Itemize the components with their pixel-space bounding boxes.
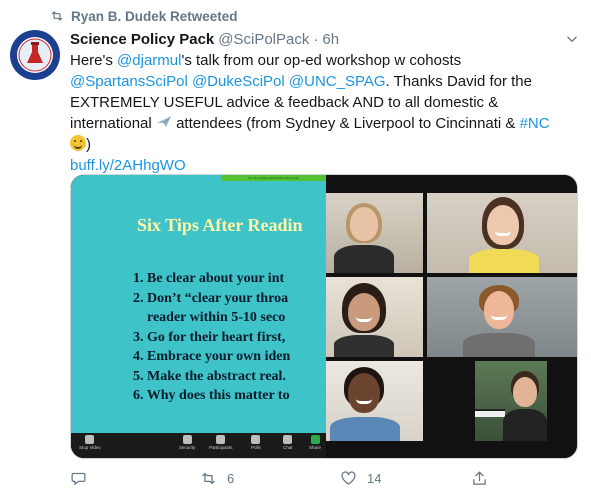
slide-tips-list: 1. Be clear about your int 2. Don’t “cle… bbox=[133, 269, 290, 406]
tweet-link[interactable]: buff.ly/2AHhgWO bbox=[70, 157, 186, 174]
retweet-button[interactable]: 6 bbox=[200, 470, 234, 487]
retweet-icon bbox=[51, 11, 63, 21]
security-label: Security bbox=[179, 445, 196, 450]
mention-unc-spag[interactable]: @UNC_SPAG bbox=[289, 73, 386, 90]
chat-icon bbox=[283, 435, 293, 444]
zoom-toolbar: Stop Video Security Participants Polls C… bbox=[71, 433, 326, 458]
participant-video bbox=[326, 277, 423, 357]
participant-video bbox=[326, 361, 423, 441]
avatar[interactable] bbox=[10, 30, 60, 80]
tweet-timestamp[interactable]: 6h bbox=[322, 31, 339, 48]
display-name[interactable]: Science Policy Pack bbox=[70, 31, 214, 48]
retweet-context[interactable]: Ryan B. Dudek Retweeted bbox=[50, 7, 238, 25]
like-button[interactable]: 14 bbox=[340, 470, 381, 487]
hashtag-nc[interactable]: #NC bbox=[520, 115, 550, 132]
separator-dot: · bbox=[313, 30, 319, 48]
tweet-media-image[interactable]: You are viewing David Jarmul's screen Si… bbox=[70, 174, 578, 459]
participants-label: Participants bbox=[209, 445, 233, 450]
retweet-icon bbox=[202, 472, 215, 485]
chat-control: Chat bbox=[283, 435, 293, 450]
reply-button[interactable] bbox=[70, 470, 97, 487]
participant-video bbox=[427, 277, 577, 357]
tweet-header: Science Policy Pack @SciPolPack · 6h bbox=[70, 29, 339, 49]
participant-video bbox=[326, 193, 423, 273]
slide-tip-item: 2. Don’t “clear your throa bbox=[133, 290, 289, 306]
chevron-down-icon[interactable] bbox=[565, 32, 579, 46]
shield-icon bbox=[182, 435, 192, 444]
slide-tip-item: 4. Embrace your own iden bbox=[133, 349, 291, 364]
chat-label: Chat bbox=[283, 445, 293, 450]
slide-tip-item: reader within 5-10 seco bbox=[133, 310, 286, 325]
polls-control: Polls bbox=[251, 435, 261, 450]
tweet-text-segment: ) bbox=[86, 136, 91, 153]
polls-icon bbox=[251, 435, 261, 444]
mention-djarmul[interactable]: @djarmul bbox=[117, 52, 181, 69]
tweet-text-segment: attendees (from Sydney & Liverpool to Ci… bbox=[171, 115, 520, 132]
reply-icon bbox=[71, 472, 86, 485]
share-label: Share bbox=[309, 445, 322, 450]
tweet-text-segment: 's talk from our op-ed workshop w cohost… bbox=[181, 52, 462, 69]
share-screen-icon bbox=[310, 435, 320, 444]
zoom-shared-screen: You are viewing David Jarmul's screen Si… bbox=[71, 175, 326, 458]
participants-icon bbox=[216, 435, 226, 444]
participants-control: Participants bbox=[209, 435, 233, 450]
slide-tip-item: 5. Make the abstract real. bbox=[133, 368, 286, 384]
video-camera-icon bbox=[85, 435, 95, 444]
science-policy-pack-logo bbox=[11, 31, 59, 79]
user-handle[interactable]: @SciPolPack bbox=[218, 31, 309, 48]
like-count: 14 bbox=[367, 471, 382, 486]
heart-icon bbox=[341, 471, 356, 485]
airplane-emoji bbox=[157, 116, 171, 128]
share-button[interactable] bbox=[471, 470, 498, 487]
share-icon bbox=[473, 471, 486, 485]
participant-video bbox=[427, 193, 577, 273]
mention-dukescipol[interactable]: @DukeSciPol bbox=[192, 73, 285, 90]
stop-video-label: Stop Video bbox=[79, 445, 101, 450]
stop-video-control: Stop Video bbox=[79, 435, 101, 450]
participant-video bbox=[475, 361, 547, 441]
polls-label: Polls bbox=[251, 445, 261, 450]
screen-share-banner: You are viewing David Jarmul's screen bbox=[221, 175, 326, 181]
retweet-context-text: Ryan B. Dudek Retweeted bbox=[71, 8, 238, 24]
mention-spartansscipol[interactable]: @SpartansSciPol bbox=[70, 73, 188, 90]
tweet-action-bar: 6 14 bbox=[70, 470, 582, 490]
zoom-video-grid bbox=[326, 175, 577, 458]
share-control: Share bbox=[309, 435, 321, 450]
slide-tip-item: 3. Go for their heart first, bbox=[133, 329, 286, 345]
retweet-count: 6 bbox=[227, 471, 235, 486]
grinning-face-emoji bbox=[70, 135, 86, 151]
screen-share-banner-text: You are viewing David Jarmul's screen bbox=[247, 176, 300, 180]
tweet-text: Here's @djarmul's talk from our op-ed wo… bbox=[70, 50, 582, 176]
slide-tip-item: 6. Why does this matter to bbox=[133, 388, 290, 403]
security-control: Security bbox=[179, 435, 195, 450]
tweet-text-segment: Here's bbox=[70, 52, 118, 69]
slide-title: Six Tips After Readin bbox=[137, 215, 303, 235]
slide-tip-item: 1. Be clear about your int bbox=[133, 271, 285, 286]
presentation-slide: You are viewing David Jarmul's screen Si… bbox=[71, 175, 326, 433]
